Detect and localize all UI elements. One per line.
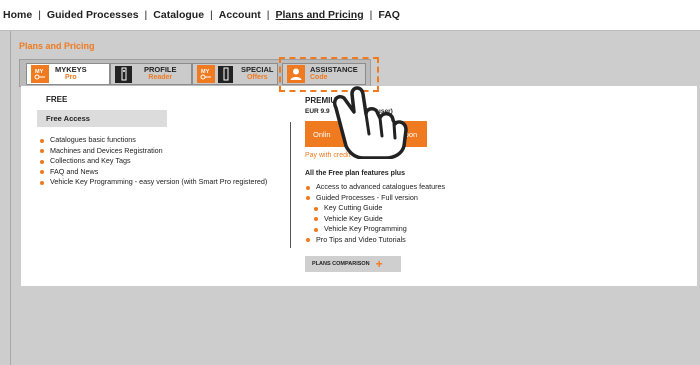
- tab-profile[interactable]: PROFILE Reader: [110, 63, 192, 85]
- list-item: Vehicle Key Guide: [314, 214, 445, 225]
- tab-mykeys-label: MYKEYS: [55, 65, 87, 74]
- list-item: Key Cutting Guide: [314, 203, 445, 214]
- all-free-features-heading: All the Free plan features plus: [305, 170, 405, 177]
- list-item: Access to advanced catalogues features: [306, 182, 445, 193]
- key-reader-icon: [115, 65, 132, 83]
- tab-special-sub: Offers: [246, 74, 268, 81]
- list-item: Collections and Key Tags: [40, 156, 267, 167]
- nav-separator: |: [38, 9, 41, 21]
- nav-catalogue[interactable]: Catalogue: [153, 9, 204, 21]
- free-feature-list: Catalogues basic functions Machines and …: [40, 135, 267, 188]
- nav-separator: |: [210, 9, 213, 21]
- plans-comparison-button[interactable]: PLANS COMPARISON +: [305, 256, 401, 272]
- tab-profile-sub: Reader: [148, 74, 173, 81]
- nav-plans-and-pricing[interactable]: Plans and Pricing: [276, 9, 364, 21]
- list-item: Guided Processes - Full version: [306, 193, 445, 204]
- nav-separator: |: [266, 9, 270, 21]
- key-reader-icon: [218, 65, 233, 83]
- tab-special-offers[interactable]: MY SPECIAL Offers: [192, 63, 278, 85]
- plans-comparison-label: PLANS COMPARISON: [312, 261, 370, 267]
- free-access-label: Free Access: [37, 110, 167, 127]
- nav-home[interactable]: Home: [3, 9, 32, 21]
- premium-feature-list: Access to advanced catalogues features G…: [306, 182, 445, 245]
- list-item: Machines and Devices Registration: [40, 146, 267, 157]
- left-divider: [10, 31, 11, 365]
- tab-profile-label: PROFILE: [144, 65, 177, 74]
- list-item: Vehicle Key Programming: [314, 224, 445, 235]
- list-item: FAQ and News: [40, 167, 267, 178]
- free-plan-heading: FREE: [46, 95, 68, 104]
- tab-special-label: SPECIAL: [241, 65, 274, 74]
- top-navigation: Home | Guided Processes | Catalogue | Ac…: [0, 0, 700, 31]
- tab-mykeys[interactable]: MY MYKEYS Pro: [26, 63, 110, 85]
- list-item: Pro Tips and Video Tutorials: [306, 235, 445, 246]
- nav-faq[interactable]: FAQ: [378, 9, 400, 21]
- mykeys-icon: MY: [31, 65, 49, 83]
- list-item: Catalogues basic functions: [40, 135, 267, 146]
- nav-separator: |: [144, 9, 148, 21]
- page-title: Plans and Pricing: [19, 41, 95, 51]
- nav-separator: |: [369, 9, 373, 21]
- svg-text:MY: MY: [201, 69, 210, 75]
- tab-mykeys-sub: Pro: [65, 74, 77, 81]
- nav-guided-processes[interactable]: Guided Processes: [47, 9, 139, 21]
- svg-text:MY: MY: [35, 69, 44, 75]
- hand-pointer-icon: [322, 84, 412, 164]
- nav-account[interactable]: Account: [219, 9, 261, 21]
- column-divider: [290, 122, 291, 248]
- list-item: Vehicle Key Programming - easy version (…: [40, 177, 267, 188]
- special-offers-icon: MY: [197, 65, 215, 83]
- plus-icon: +: [375, 257, 383, 271]
